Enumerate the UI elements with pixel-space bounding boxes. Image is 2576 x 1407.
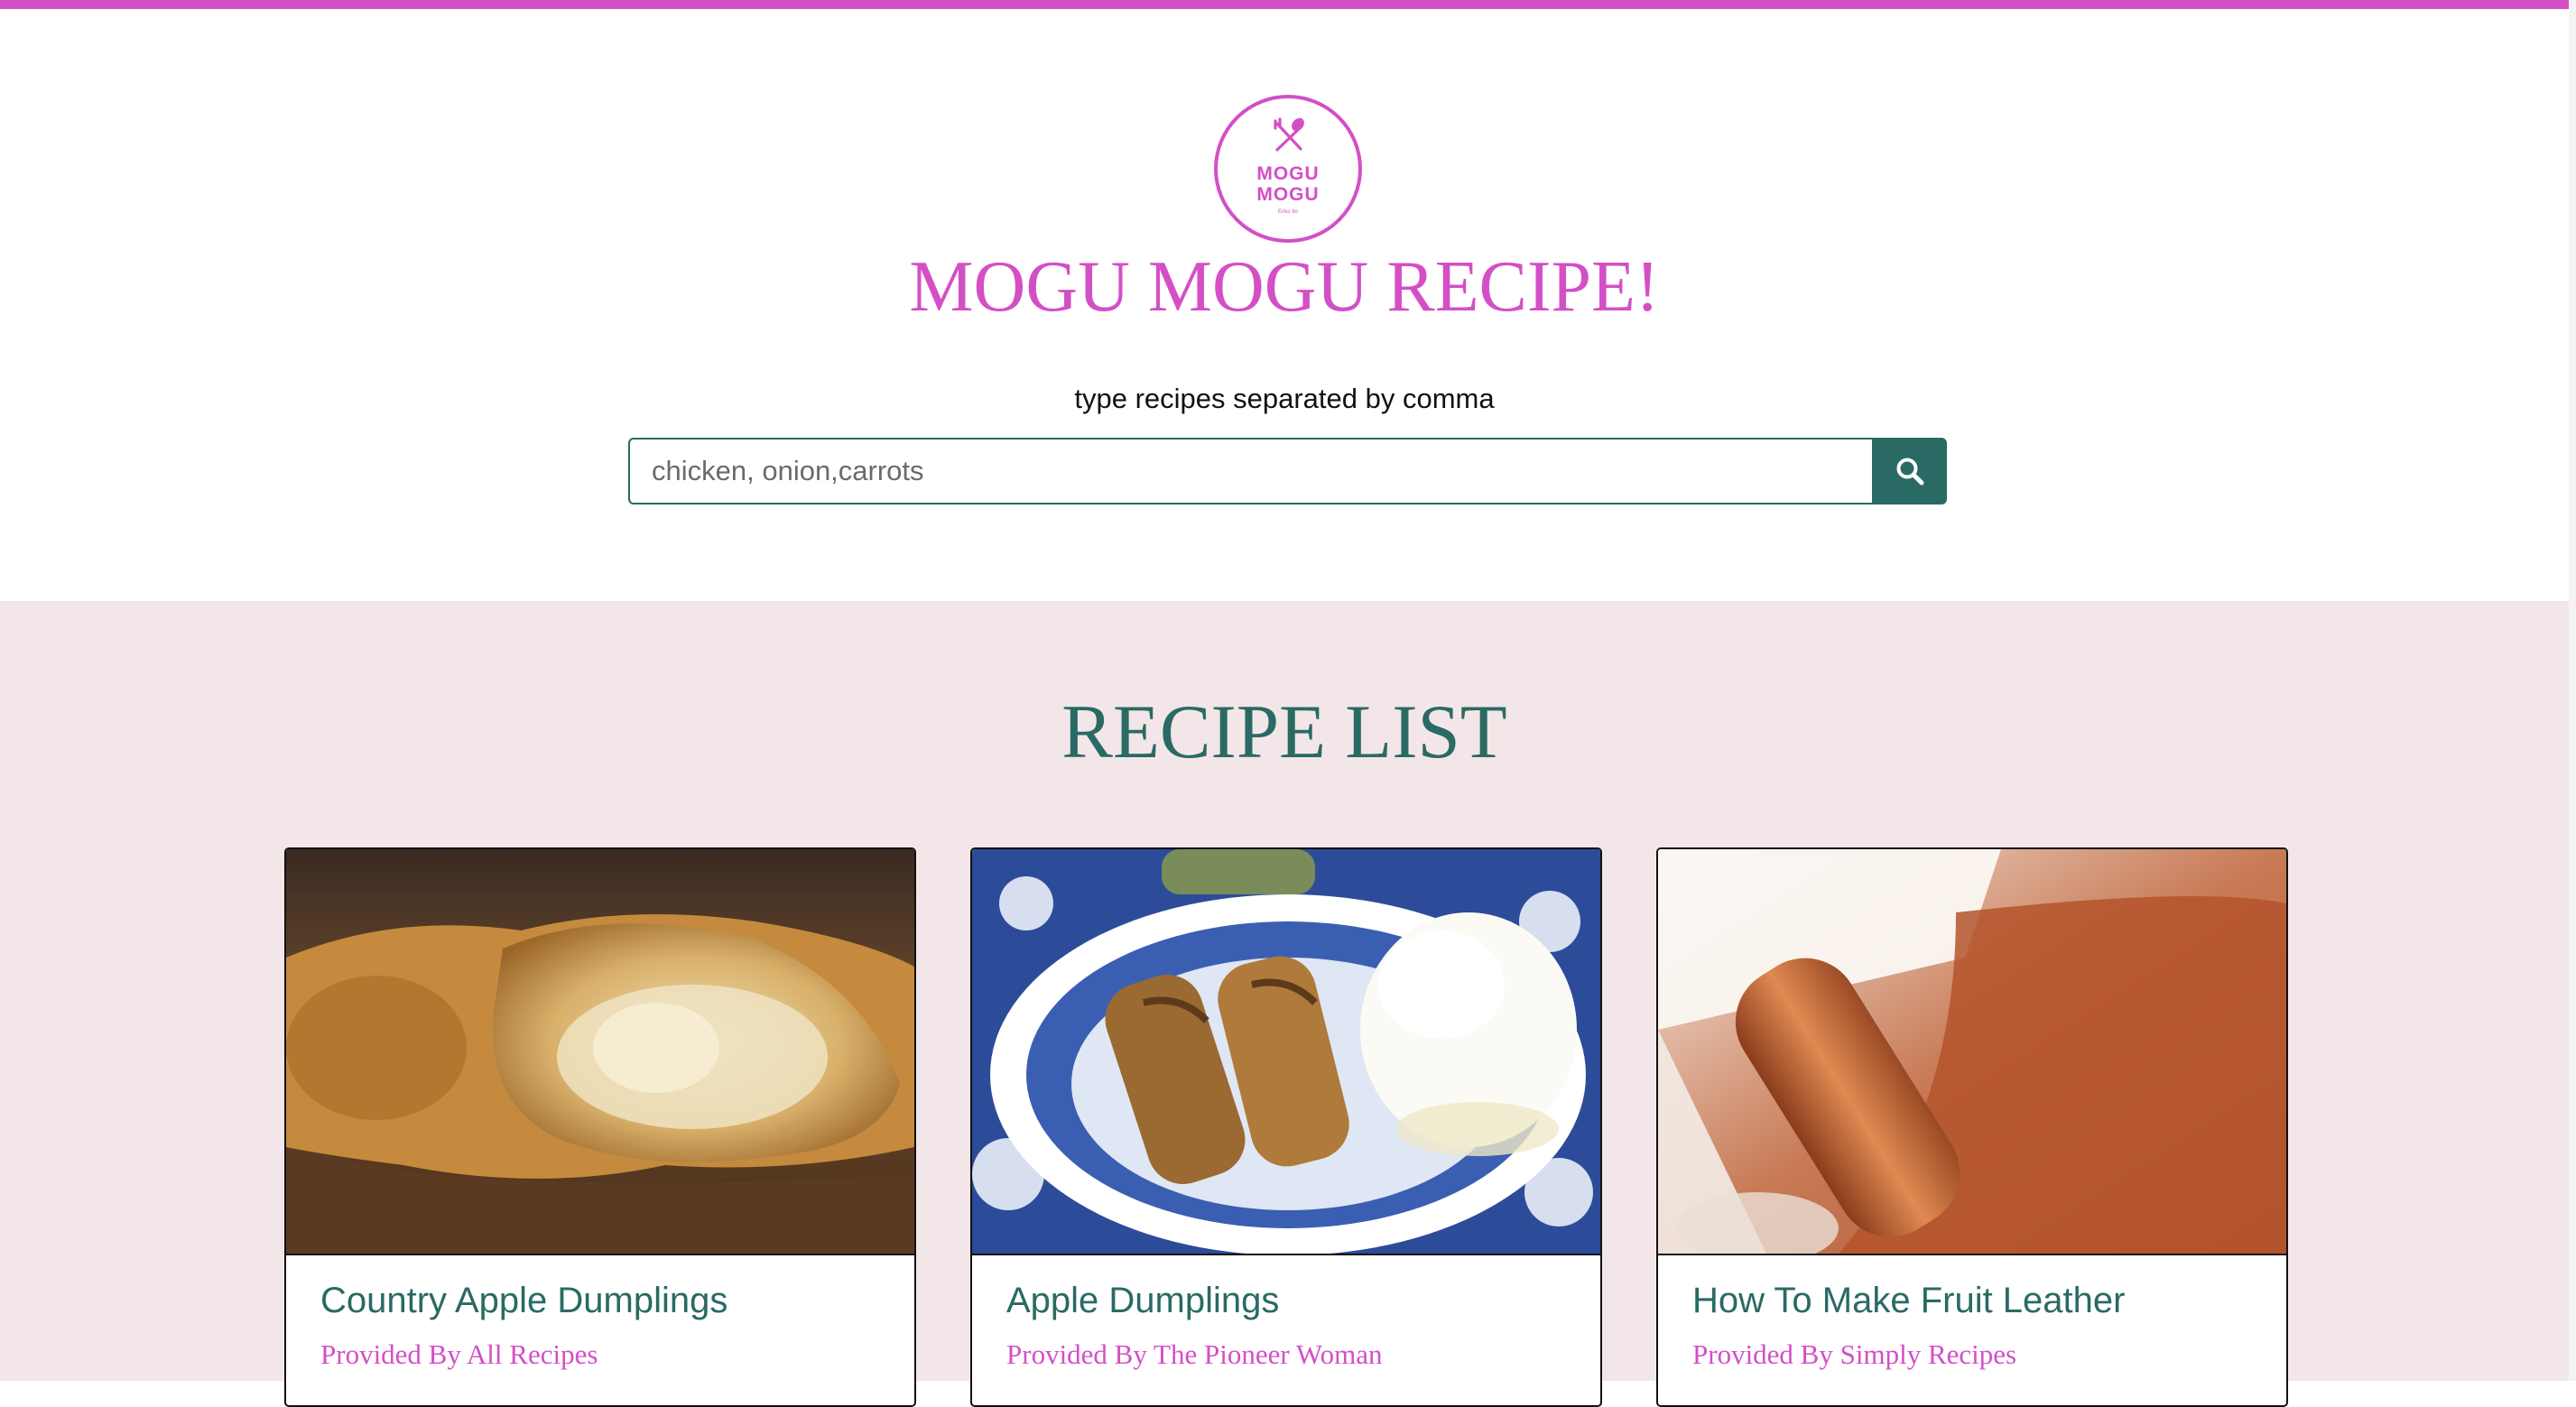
logo-text-line2: MOGU bbox=[1256, 184, 1320, 205]
recipe-card-source: Provided By Simply Recipes bbox=[1692, 1338, 2017, 1370]
hero-header: MOGU MOGU Eriko Ito MOGU MOGU RECIPE! ty… bbox=[0, 9, 2569, 601]
fruit-leather-roll-photo[interactable] bbox=[1658, 849, 2286, 1255]
apple-dumplings-with-ice-cream-photo[interactable] bbox=[972, 849, 1600, 1255]
window-edge bbox=[2569, 0, 2576, 1381]
recipe-list-section: RECIPE LIST Country Apple Dumplings Prov… bbox=[0, 601, 2569, 1407]
top-accent-bar bbox=[0, 0, 2576, 9]
site-title: MOGU MOGU RECIPE! bbox=[909, 247, 1660, 327]
recipe-list-title: RECIPE LIST bbox=[1061, 690, 1507, 774]
recipe-card-title[interactable]: How To Make Fruit Leather bbox=[1692, 1278, 2125, 1323]
recipe-card[interactable]: How To Make Fruit Leather Provided By Si… bbox=[1656, 847, 2288, 1407]
search-icon bbox=[1896, 458, 1923, 486]
recipe-card[interactable]: Country Apple Dumplings Provided By All … bbox=[284, 847, 916, 1407]
logo-wordmark: MOGU MOGU bbox=[1218, 163, 1358, 205]
search-input[interactable] bbox=[628, 438, 1874, 504]
apple-dumpling-closeup-photo[interactable] bbox=[286, 849, 914, 1255]
recipe-card[interactable]: Apple Dumplings Provided By The Pioneer … bbox=[970, 847, 1602, 1407]
recipe-card-title[interactable]: Country Apple Dumplings bbox=[320, 1278, 727, 1323]
recipe-card-source: Provided By The Pioneer Woman bbox=[1006, 1338, 1383, 1370]
search-label: type recipes separated by comma bbox=[1074, 383, 1495, 414]
fork-spoon-icon bbox=[1274, 117, 1304, 152]
recipe-card-source: Provided By All Recipes bbox=[320, 1338, 598, 1370]
logo-tagline: Eriko Ito bbox=[1277, 209, 1298, 215]
search-button[interactable] bbox=[1872, 438, 1947, 504]
brand-logo[interactable]: MOGU MOGU Eriko Ito bbox=[1214, 95, 1362, 243]
recipe-card-title[interactable]: Apple Dumplings bbox=[1006, 1278, 1279, 1323]
logo-text-line1: MOGU bbox=[1256, 163, 1320, 184]
